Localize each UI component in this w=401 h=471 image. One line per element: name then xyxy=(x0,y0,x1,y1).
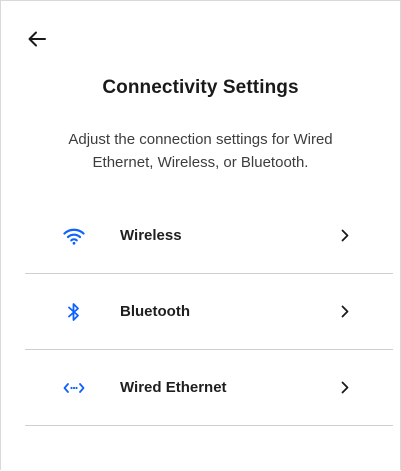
option-wireless[interactable]: Wireless xyxy=(25,198,393,274)
page-title: Connectivity Settings xyxy=(102,77,299,98)
chevron-right-icon xyxy=(339,305,351,319)
option-label-bluetooth: Bluetooth xyxy=(120,303,190,320)
chevron-right-icon xyxy=(339,229,351,243)
chevron-right-icon xyxy=(339,381,351,395)
option-label-wired-ethernet: Wired Ethernet xyxy=(120,379,227,396)
option-wired-ethernet[interactable]: Wired Ethernet xyxy=(25,350,393,426)
connectivity-settings-screen: Connectivity Settings Adjust the connect… xyxy=(0,0,401,470)
arrow-left-icon xyxy=(28,31,46,47)
back-button[interactable] xyxy=(25,27,49,51)
ethernet-icon xyxy=(61,375,87,401)
page-description: Adjust the connection settings for Wired… xyxy=(68,131,333,171)
wifi-icon xyxy=(61,223,87,249)
bluetooth-icon xyxy=(61,299,87,325)
option-bluetooth[interactable]: Bluetooth xyxy=(25,274,393,350)
option-label-wireless: Wireless xyxy=(120,227,182,244)
connection-options-list: Wireless Bluetooth Wired Ethernet xyxy=(25,198,393,426)
